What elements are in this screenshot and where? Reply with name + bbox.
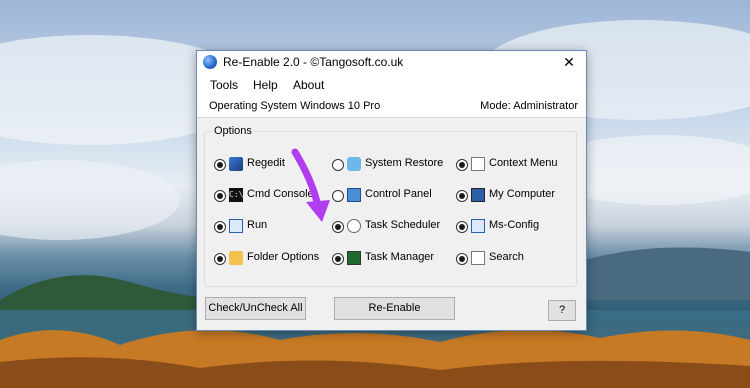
help-button[interactable]: ? bbox=[548, 300, 576, 321]
radio-search[interactable] bbox=[456, 253, 468, 265]
window-title: Re-Enable 2.0 - ©Tangosoft.co.uk bbox=[223, 55, 404, 69]
option-label: Task Scheduler bbox=[365, 219, 441, 231]
close-button[interactable]: ✕ bbox=[552, 51, 586, 73]
options-group bbox=[204, 131, 577, 287]
option-label: Ms-Config bbox=[489, 219, 540, 231]
task-manager-icon bbox=[347, 251, 361, 265]
radio-run[interactable] bbox=[214, 221, 226, 233]
option-label: Cmd Console bbox=[247, 188, 314, 200]
radio-regedit[interactable] bbox=[214, 159, 226, 171]
radio-task-manager[interactable] bbox=[332, 253, 344, 265]
menu-help[interactable]: Help bbox=[253, 78, 278, 92]
menu-about[interactable]: About bbox=[293, 78, 324, 92]
option-label: Regedit bbox=[247, 157, 285, 169]
radio-context-menu[interactable] bbox=[456, 159, 468, 171]
check-uncheck-all-button[interactable]: Check/UnCheck All bbox=[205, 297, 306, 320]
menu-tools[interactable]: Tools bbox=[210, 78, 238, 92]
os-label: Operating System Windows 10 Pro bbox=[209, 100, 381, 112]
option-label: Folder Options bbox=[247, 251, 320, 263]
option-label: Task Manager bbox=[365, 251, 435, 263]
computer-icon bbox=[471, 188, 485, 202]
radio-system-restore[interactable] bbox=[332, 159, 344, 171]
app-icon bbox=[203, 55, 217, 69]
re-enable-window: Re-Enable 2.0 - ©Tangosoft.co.uk ✕ Tools… bbox=[196, 50, 587, 331]
folder-icon bbox=[229, 251, 243, 265]
control-panel-icon bbox=[347, 188, 361, 202]
radio-ms-config[interactable] bbox=[456, 221, 468, 233]
option-label: Run bbox=[247, 219, 268, 231]
radio-task-scheduler[interactable] bbox=[332, 221, 344, 233]
radio-my-computer[interactable] bbox=[456, 190, 468, 202]
radio-control-panel[interactable] bbox=[332, 190, 344, 202]
console-icon: C:\ bbox=[229, 188, 243, 202]
option-label: System Restore bbox=[365, 157, 444, 169]
msconfig-icon bbox=[471, 219, 485, 233]
option-label: Search bbox=[489, 251, 524, 263]
option-label: My Computer bbox=[489, 188, 556, 200]
title-bar[interactable]: Re-Enable 2.0 - ©Tangosoft.co.uk ✕ bbox=[197, 51, 586, 73]
radio-folder-options[interactable] bbox=[214, 253, 226, 265]
registry-icon bbox=[229, 157, 243, 171]
re-enable-button[interactable]: Re-Enable bbox=[334, 297, 455, 320]
restore-icon bbox=[347, 157, 361, 171]
options-group-label: Options bbox=[212, 125, 254, 137]
mode-label: Mode: Administrator bbox=[480, 100, 578, 112]
search-icon bbox=[471, 251, 485, 265]
option-label: Context Menu bbox=[489, 157, 558, 169]
system-info-bar: Operating System Windows 10 Pro Mode: Ad… bbox=[197, 97, 586, 118]
context-menu-icon bbox=[471, 157, 485, 171]
run-icon bbox=[229, 219, 243, 233]
clock-icon bbox=[347, 219, 361, 233]
radio-cmd-console[interactable] bbox=[214, 190, 226, 202]
menu-bar: Tools Help About bbox=[197, 73, 586, 97]
option-label: Control Panel bbox=[365, 188, 432, 200]
